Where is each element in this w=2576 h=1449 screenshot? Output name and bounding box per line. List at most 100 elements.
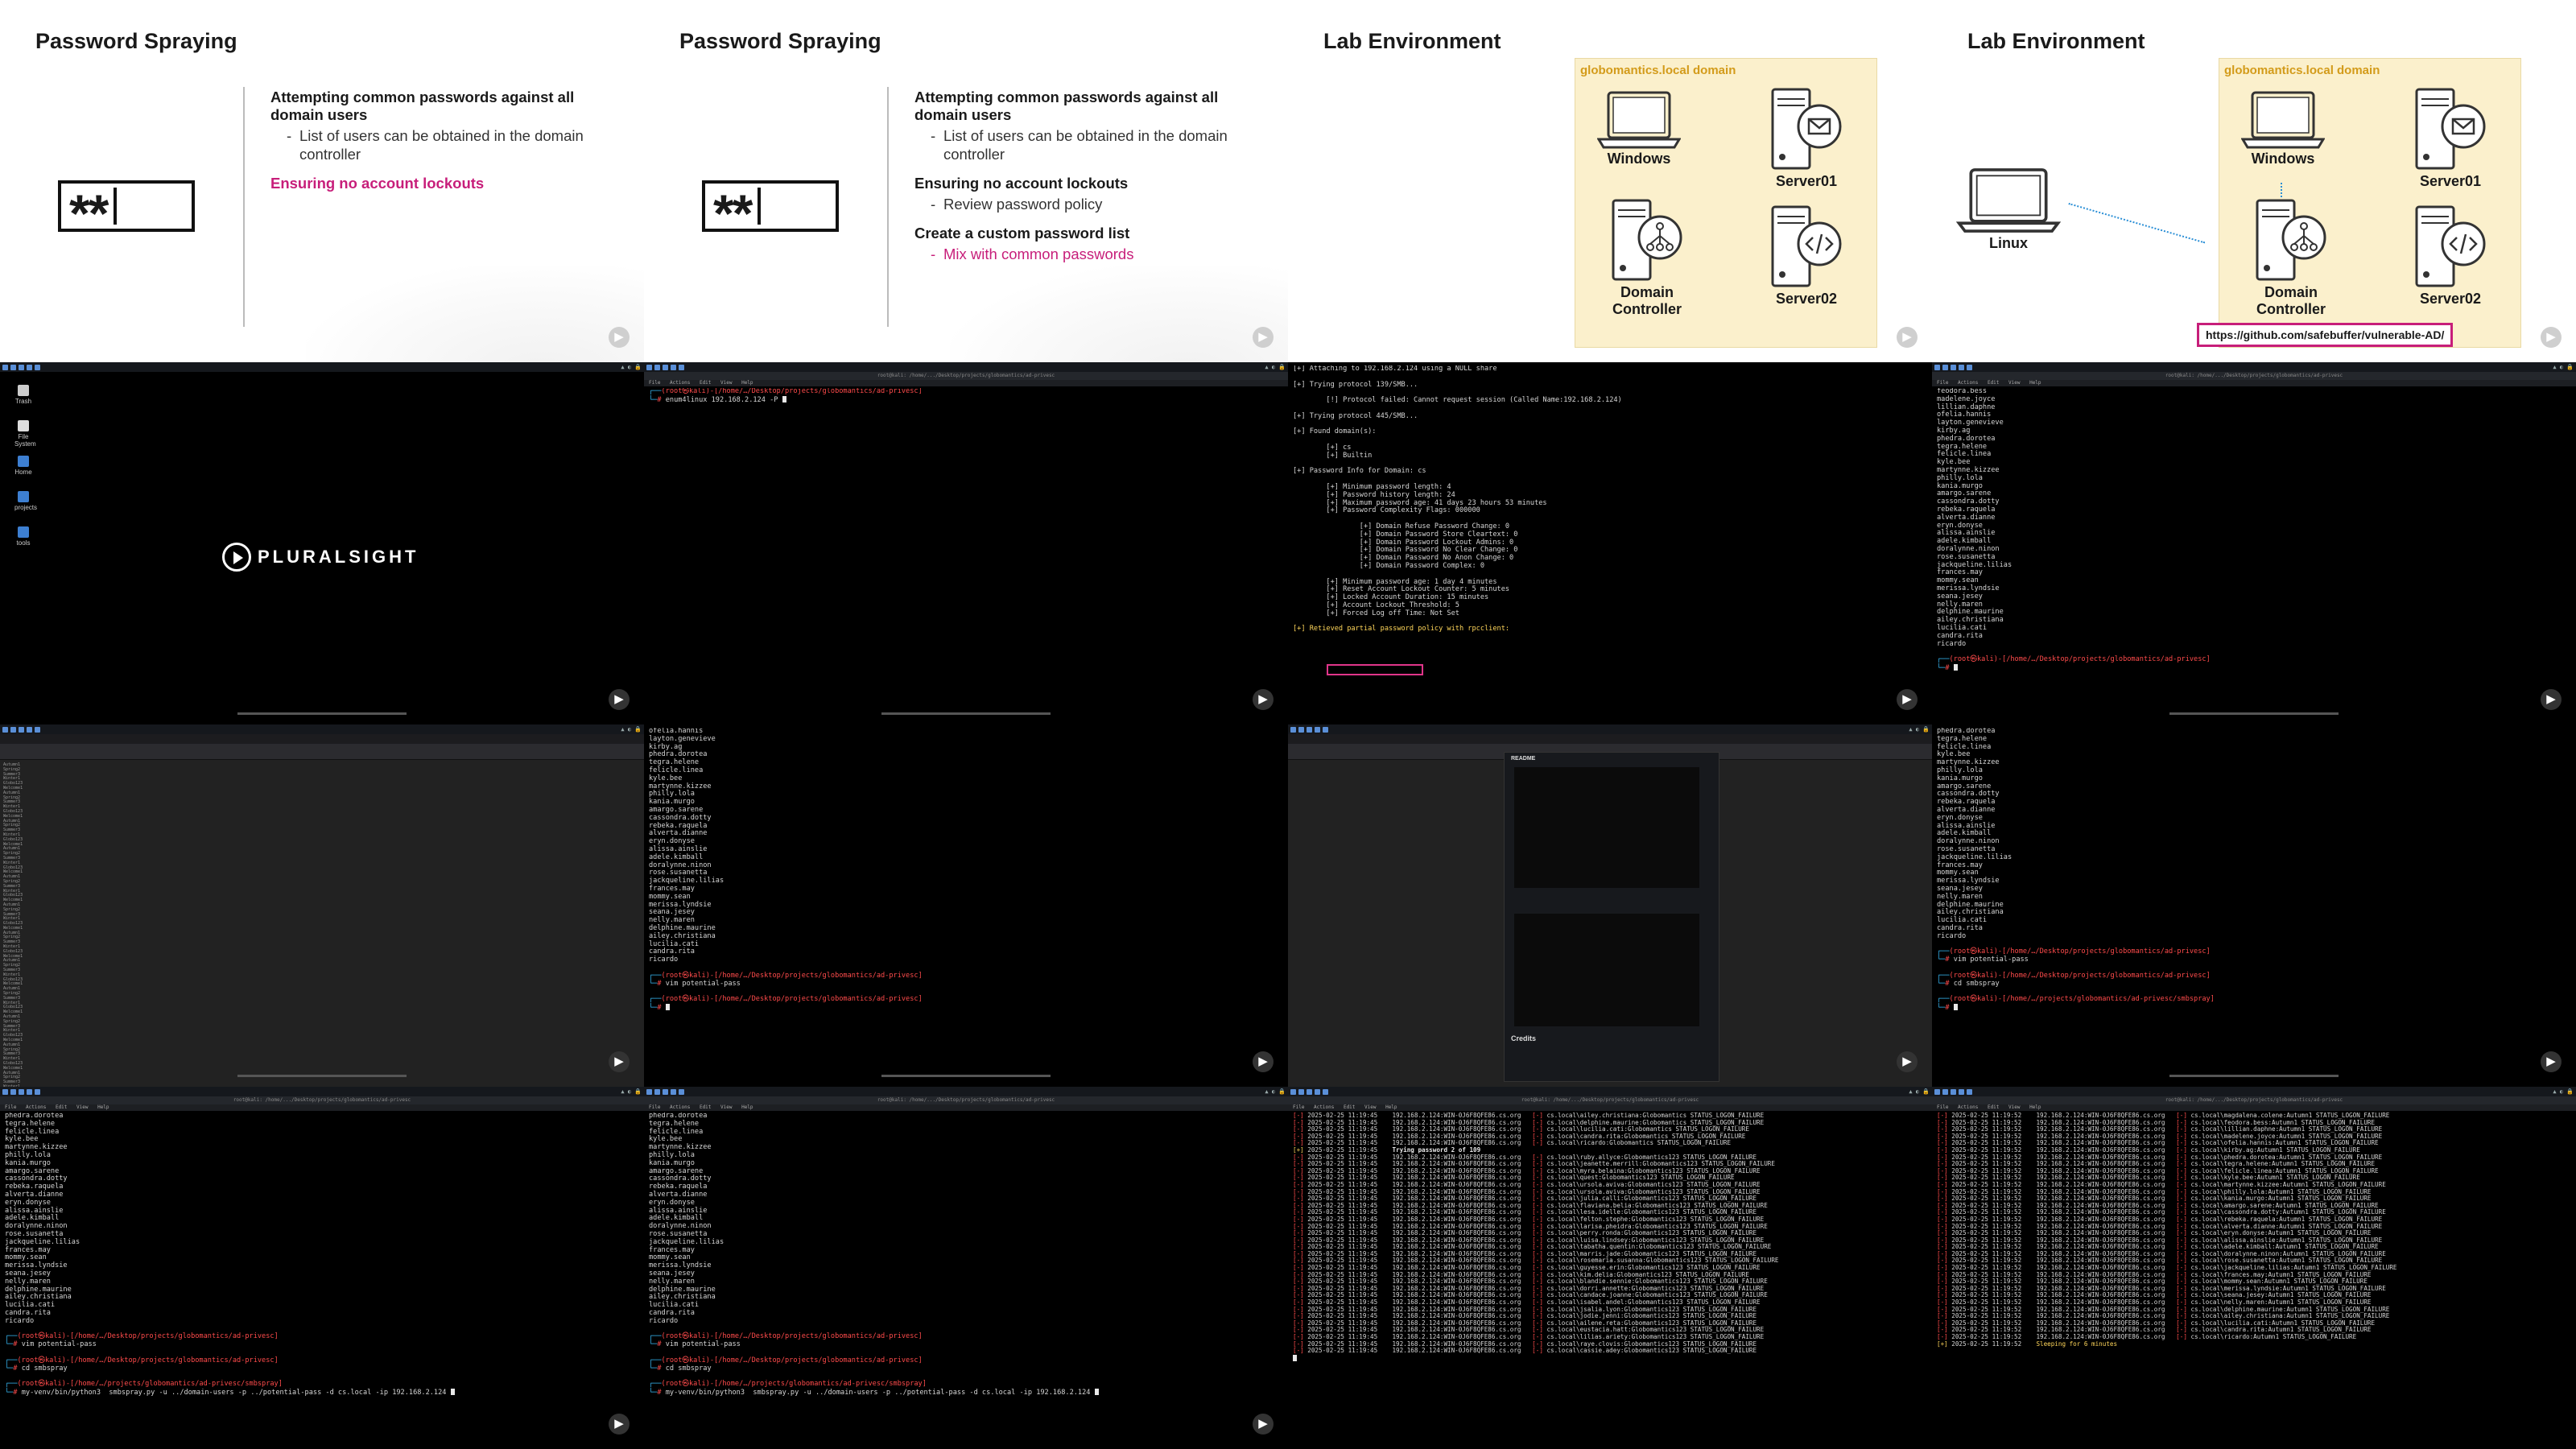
github-url-callout: https://github.com/safebuffer/vulnerable… [2197, 323, 2454, 347]
credits-heading: Credits [1511, 1034, 1537, 1042]
server02-node: Server02 [2398, 204, 2503, 308]
terminal-menu[interactable]: File Actions Edit View Help [0, 1104, 644, 1111]
bullet-heading-highlight: Ensuring no account lockouts [270, 174, 485, 192]
terminal-output[interactable]: phedra.dorotea tegra.helene felicle.line… [1937, 728, 2571, 1074]
window-title: root@kali: /home/.../Desktop/projects/gl… [1932, 1096, 2576, 1104]
slide-title: Lab Environment [1967, 29, 2145, 53]
laptop-icon [1597, 91, 1681, 149]
terminal-spray-output-1: ▲ ◐ 🔒 root@kali: /home/.../Desktop/proje… [1288, 1087, 1932, 1449]
window-title: root@kali: /home/.../Desktop/projects/gl… [1288, 1096, 1932, 1104]
node-label: Domain Controller [1612, 284, 1682, 317]
kali-desktop: ▲ ◐ 🔒 Trash File System Home projects to… [0, 362, 644, 724]
video-progress[interactable] [881, 712, 1051, 715]
video-thumbnail-grid: Password Spraying * * Attempting common p… [0, 0, 2576, 1449]
pluralsight-watermark-icon: ▶ [1897, 1051, 1918, 1072]
terminal-menu[interactable]: File Actions Edit View Help [1932, 1104, 2576, 1111]
background-swirl [950, 266, 1288, 362]
pluralsight-watermark-icon: ▶ [609, 689, 630, 710]
mail-server-icon [2415, 88, 2486, 170]
laptop-icon [2241, 91, 2325, 149]
video-progress[interactable] [2169, 1075, 2339, 1077]
browser-smbspray-readme: ▲ ◐ 🔒 README Credits ▶ [1288, 724, 1932, 1087]
projects-folder-icon[interactable]: projects [14, 491, 37, 511]
node-label: Windows [1607, 151, 1671, 167]
terminal-smbspray-command-1: ▲ ◐ 🔒 root@kali: /home/.../Desktop/proje… [0, 1087, 644, 1449]
terminal-output[interactable]: phedra.dorotea tegra.helene felicle.line… [5, 1113, 639, 1436]
domain-box: globomantics.local domain Windows Server… [1575, 58, 1877, 348]
domain-controller-icon [1612, 199, 1682, 281]
taskbar: ▲ ◐ 🔒 [1288, 1087, 1932, 1096]
code-server-icon [1771, 205, 1842, 287]
browser-tabs[interactable] [0, 734, 644, 744]
node-label: Server02 [1775, 291, 1838, 307]
bullet-heading: Attempting common passwords against all … [914, 89, 1219, 124]
bullet-heading: Create a custom password list [914, 225, 1130, 242]
terminal-output[interactable]: feodora.bess madelene.joyce lillian.daph… [1937, 388, 2571, 712]
node-label: Server02 [2419, 291, 2482, 307]
file-system-icon[interactable]: File System [14, 420, 36, 448]
terminal-enum4linux-command: ▲ ◐ 🔒 root@kali: /home/.../Desktop/proje… [644, 362, 1288, 724]
password-field-icon: * * [58, 180, 195, 240]
window-title: root@kali: /home/.../Desktop/projects/gl… [0, 1096, 644, 1104]
trash-icon[interactable]: Trash [14, 385, 32, 405]
taskbar: ▲ ◐ 🔒 [1288, 724, 1932, 734]
pluralsight-watermark-icon: ▶ [1897, 327, 1918, 348]
pluralsight-logo: PLURALSIGHT [222, 543, 419, 572]
command-text: enum4linux 192.168.2.124 -P [665, 395, 778, 404]
readme-tab[interactable]: README [1511, 756, 1535, 762]
lockout-threshold-highlight [1327, 664, 1423, 675]
slide-title: Lab Environment [1323, 29, 1501, 53]
laptop-icon [1956, 168, 2061, 233]
domain-controller-node: Domain Controller [2239, 197, 2343, 318]
terminal-output[interactable]: [+] Attaching to 192.168.2.124 using a N… [1293, 365, 1927, 712]
window-title: root@kali: /home/.../Desktop/projects/gl… [644, 372, 1288, 380]
bullet-heading: Ensuring no account lockouts [914, 174, 1129, 192]
browser-tabs[interactable] [1288, 734, 1932, 744]
readme-panel: README Credits [1504, 752, 1719, 1082]
terminal-menu[interactable]: File Actions Edit View Help [644, 1104, 1288, 1111]
slide-password-spraying-1: Password Spraying * * Attempting common p… [0, 0, 644, 362]
window-title: root@kali: /home/.../Desktop/projects/gl… [1932, 372, 2576, 380]
video-progress[interactable] [2169, 712, 2339, 715]
bullet-sub: Review password policy [914, 196, 1253, 213]
home-folder-icon[interactable]: Home [14, 456, 32, 476]
bullet-list: Attempting common passwords against all … [270, 89, 609, 192]
taskbar: ▲ ◐ 🔒 [644, 362, 1288, 372]
taskbar: ▲ ◐ 🔒 [0, 724, 644, 734]
slide-lab-environment-1: Lab Environment globomantics.local domai… [1288, 0, 1932, 362]
password-list: Autumn1 Spring2 Summer3 Winter1 Globo123… [3, 762, 23, 1087]
bookmarks-bar[interactable] [0, 753, 644, 760]
readme-screenshot [1514, 767, 1699, 888]
terminal-menu[interactable]: File Actions Edit View Help [1932, 380, 2576, 386]
server02-node: Server02 [1754, 204, 1859, 308]
video-progress[interactable] [237, 1075, 407, 1077]
terminal-output[interactable]: [-] 2025-02-25 11:19:52 192.168.2.124:WI… [1937, 1113, 2571, 1436]
video-progress[interactable] [237, 712, 407, 715]
terminal-menu[interactable]: File Actions Edit View Help [1288, 1104, 1932, 1111]
windows-node: Windows [2239, 89, 2327, 167]
pluralsight-watermark-icon: ▶ [2541, 1051, 2562, 1072]
terminal-output[interactable]: phedra.dorotea tegra.helene felicle.line… [649, 1113, 1283, 1436]
pluralsight-watermark-icon: ▶ [1253, 327, 1274, 348]
slide-lab-environment-2: Lab Environment Linux globomantics.local… [1932, 0, 2576, 362]
pluralsight-watermark-icon: ▶ [2541, 327, 2562, 348]
browser-password-list: ▲ ◐ 🔒 Autumn1 Spring2 Summer3 Winter1 Gl… [0, 724, 644, 1087]
video-progress[interactable] [881, 1075, 1051, 1077]
taskbar: ▲ ◐ 🔒 [1932, 1087, 2576, 1096]
password-field-icon: * * [702, 180, 839, 240]
browser-address-bar[interactable] [0, 744, 644, 753]
terminal-menu[interactable]: File Actions Edit View Help [644, 380, 1288, 386]
terminal-output[interactable]: [-] 2025-02-25 11:19:45 192.168.2.124:WI… [1293, 1113, 1927, 1436]
pluralsight-watermark-icon: ▶ [1253, 689, 1274, 710]
window-title: root@kali: /home/.../Desktop/projects/gl… [644, 1096, 1288, 1104]
node-label: Linux [1989, 235, 2028, 251]
bullet-list: Attempting common passwords against all … [914, 89, 1253, 264]
terminal-output[interactable]: ofelia.hannis layton.genevieve kirby.ag … [649, 728, 1283, 1074]
tools-folder-icon[interactable]: tools [14, 526, 32, 547]
slide-title: Password Spraying [679, 29, 881, 53]
domain-label: globomantics.local domain [1580, 64, 1736, 77]
pluralsight-watermark-icon: ▶ [609, 1051, 630, 1072]
terminal-output[interactable]: ┌──(root㉿kali)-[/home/…/Desktop/projects… [649, 388, 1283, 712]
background-swirl [306, 266, 644, 362]
node-label: Server01 [2419, 173, 2482, 189]
